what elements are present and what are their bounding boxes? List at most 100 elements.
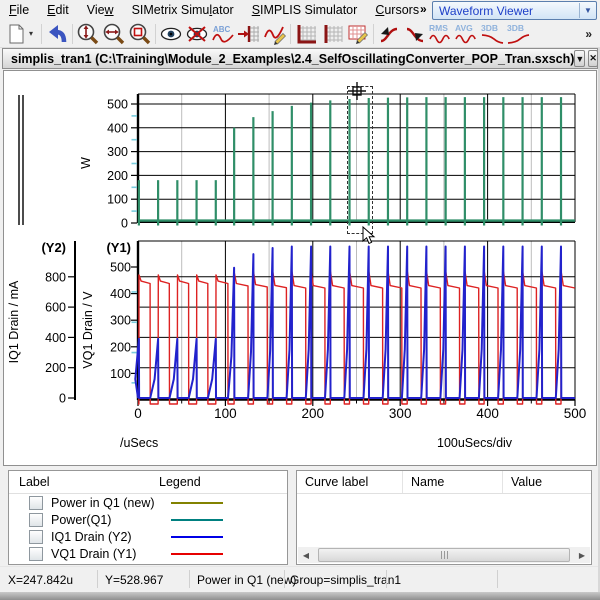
- svg-text:3DB: 3DB: [481, 23, 498, 33]
- cursor-y-readout: Y=528.967: [105, 573, 163, 587]
- curve-checkbox[interactable]: [29, 530, 43, 544]
- curve-checkbox[interactable]: [29, 547, 43, 561]
- y1-axis-label: VQ1 Drain / V: [81, 291, 95, 369]
- mouse-pointer: [362, 226, 376, 246]
- y-tick-label: 200: [107, 169, 128, 183]
- menu-item-cursors[interactable]: Cursors: [366, 1, 428, 19]
- column-name: Name: [403, 471, 503, 493]
- toolbar: ▾ ABC: [0, 20, 600, 48]
- avg-button[interactable]: AVG: [454, 21, 480, 47]
- curve-color-sample: [171, 502, 223, 504]
- crosshair-cursor: [348, 82, 366, 100]
- y1-tick-label: 500: [110, 261, 131, 275]
- scroll-right-arrow-icon[interactable]: ▶: [574, 547, 590, 563]
- zoom-box-button[interactable]: [127, 21, 153, 47]
- x-tick-label: 300: [389, 406, 412, 421]
- y-tick-label: 300: [107, 145, 128, 159]
- y-tick-label: 500: [107, 98, 128, 112]
- y2-tick-label: 200: [45, 361, 66, 375]
- cursor-x-readout: X=247.842u: [8, 573, 73, 587]
- horizontal-scrollbar[interactable]: ◀ ▶: [298, 547, 590, 563]
- y2-axis-id: (Y2): [41, 240, 66, 255]
- iq1-drain-curve[interactable]: [135, 247, 575, 399]
- toolbar-separator: [155, 24, 156, 44]
- svg-text:3DB: 3DB: [507, 23, 524, 33]
- menu-item-view[interactable]: View: [78, 1, 123, 19]
- menu-overflow-chevron[interactable]: »: [420, 2, 427, 16]
- rms-button[interactable]: RMS: [428, 21, 454, 47]
- group-name: Group=simplis_tran1: [290, 573, 401, 587]
- y2-tick-label: 400: [45, 331, 66, 345]
- x-tick-label: 400: [476, 406, 499, 421]
- close-button[interactable]: ✕: [588, 50, 598, 67]
- curve-label[interactable]: Power in Q1 (new): [51, 496, 163, 510]
- zoom-vertical-button[interactable]: [75, 21, 101, 47]
- menu-item-edit[interactable]: Edit: [38, 1, 78, 19]
- curve-color-sample: [171, 519, 223, 521]
- values-panel-header: Curve label Name Value: [297, 471, 591, 494]
- annotate-curve-button[interactable]: ABC: [210, 21, 236, 47]
- y1-axis-id: (Y1): [106, 240, 131, 255]
- y-tick-label: 100: [107, 193, 128, 207]
- legend-column-legend: Legend: [159, 475, 201, 489]
- chevron-down-icon[interactable]: ▼: [579, 3, 596, 18]
- new-axis-button[interactable]: [319, 21, 345, 47]
- y2-tick-label: 800: [45, 270, 66, 284]
- selection-box: [347, 86, 373, 234]
- edit-curve-button[interactable]: [262, 21, 288, 47]
- x-tick-label: 0: [134, 406, 142, 421]
- legend-row: Power(Q1): [9, 511, 287, 528]
- show-curve-button[interactable]: [158, 21, 184, 47]
- move-curve-down-button[interactable]: [402, 21, 428, 47]
- new-document-dropdown-arrow[interactable]: ▾: [29, 29, 39, 38]
- zoom-horizontal-button[interactable]: [101, 21, 127, 47]
- menu-item-file[interactable]: File: [0, 1, 38, 19]
- hide-curve-button[interactable]: [184, 21, 210, 47]
- legend-panel-header: Label Legend: [9, 471, 287, 494]
- curve-checkbox[interactable]: [29, 513, 43, 527]
- y-tick-label: 0: [121, 217, 128, 231]
- scroll-left-arrow-icon[interactable]: ◀: [298, 547, 314, 563]
- status-bar: X=247.842u Y=528.967 Power in Q1 (new) G…: [0, 566, 600, 593]
- curve-checkbox[interactable]: [29, 496, 43, 510]
- window-menu-button[interactable]: ▼: [574, 50, 585, 67]
- waveform-viewer-window: FileEditViewSIMetrix SimulatorSIMPLIS Si…: [0, 0, 600, 600]
- curve-label[interactable]: Power(Q1): [51, 513, 163, 527]
- curve-label[interactable]: IQ1 Drain (Y2): [51, 530, 163, 544]
- curve-label[interactable]: VQ1 Drain (Y1): [51, 547, 163, 561]
- new-document-button[interactable]: [3, 21, 29, 47]
- curve-color-sample: [171, 553, 223, 555]
- y2-tick-label: 0: [59, 392, 66, 406]
- selected-curve-name: Power in Q1 (new): [197, 573, 296, 587]
- 3db-lowpass-button[interactable]: 3DB: [480, 21, 506, 47]
- move-curve-up-button[interactable]: [376, 21, 402, 47]
- column-value: Value: [503, 471, 591, 493]
- x-tick-label: 100: [214, 406, 237, 421]
- toolbar-overflow-chevron[interactable]: »: [585, 27, 592, 41]
- edit-grid-button[interactable]: [345, 21, 371, 47]
- menu-item-simplis-simulator[interactable]: SIMPLIS Simulator: [243, 1, 367, 19]
- svg-text:AVG: AVG: [455, 23, 473, 33]
- undo-button[interactable]: [44, 21, 70, 47]
- viewer-mode-combobox[interactable]: Waveform Viewer ▼: [432, 1, 597, 20]
- top-y-axis-label: W: [79, 157, 93, 169]
- 3db-highpass-button[interactable]: 3DB: [506, 21, 532, 47]
- toolbar-separator: [72, 24, 73, 44]
- menu-item-simetrix-simulator[interactable]: SIMetrix Simulator: [123, 1, 243, 19]
- scrollbar-thumb[interactable]: [318, 548, 570, 562]
- new-grid-button[interactable]: [293, 21, 319, 47]
- svg-text:RMS: RMS: [429, 23, 448, 33]
- curve-color-sample: [171, 536, 223, 538]
- y1-tick-label: 200: [110, 340, 131, 354]
- legend-row: Power in Q1 (new): [9, 494, 287, 511]
- svg-text:ABC: ABC: [213, 25, 231, 34]
- viewer-mode-label: Waveform Viewer: [433, 4, 579, 18]
- plot-window-titlebar[interactable]: simplis_tran1 (C:\Training\Module_2_Exam…: [2, 48, 598, 69]
- y1-tick-label: 300: [110, 314, 131, 328]
- plot-window-title: simplis_tran1 (C:\Training\Module_2_Exam…: [3, 52, 574, 66]
- menu-bar: FileEditViewSIMetrix SimulatorSIMPLIS Si…: [0, 0, 600, 20]
- add-curve-to-grid-button[interactable]: [236, 21, 262, 47]
- x-div-label: 100uSecs/div: [437, 436, 513, 450]
- x-tick-label: 500: [564, 406, 587, 421]
- waveform-plot-area[interactable]: 0100200300400500W02004006008001002003004…: [3, 70, 597, 466]
